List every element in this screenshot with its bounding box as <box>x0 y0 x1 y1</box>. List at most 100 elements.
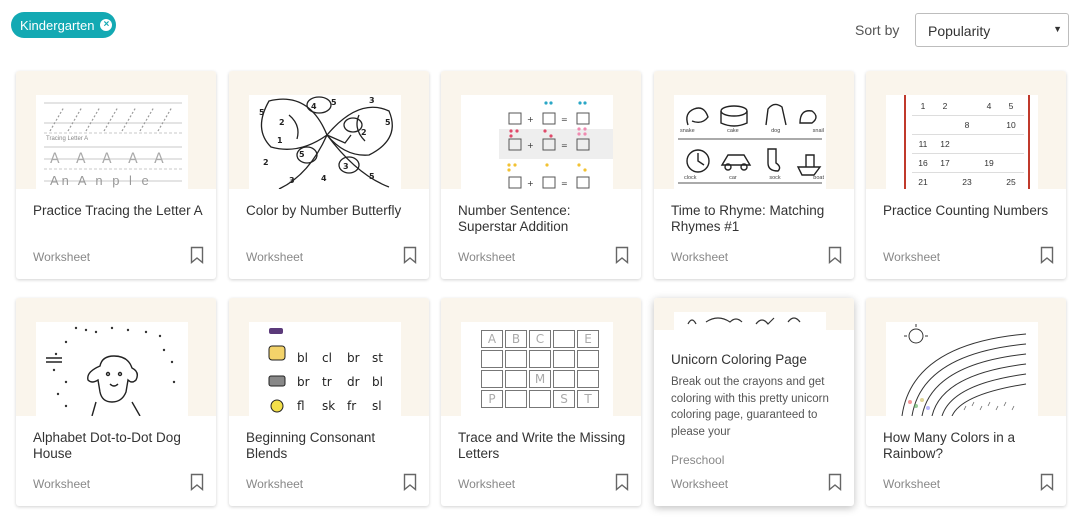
card-beginning-consonant-blends[interactable]: bl cl br st br tr dr bl fl sk fr sl Beginning Conso… <box>229 298 429 506</box>
card-thumbnail <box>654 298 854 330</box>
card-title[interactable]: Practice Tracing the Letter A <box>33 203 203 219</box>
card-type: Worksheet <box>33 250 91 264</box>
card-unicorn-coloring-page[interactable]: Unicorn Coloring Page Break out the cray… <box>654 298 854 506</box>
card-color-by-number-butterfly[interactable]: 5 2 4 5 3 5 2 1 5 2 3 5 4 3 Color by Number Butter… <box>229 71 429 279</box>
trace-letter-cell <box>577 350 599 368</box>
tracing-bottom-row: An A n p l e <box>50 173 152 188</box>
bookmark-icon[interactable] <box>403 473 417 491</box>
bookmark-icon[interactable] <box>828 473 842 491</box>
worksheet-preview-blends: bl cl br st br tr dr bl fl sk fr sl <box>249 322 401 416</box>
card-title[interactable]: Beginning Consonant Blends <box>246 430 416 462</box>
trace-letter-cell <box>553 350 575 368</box>
svg-text:5: 5 <box>299 150 305 159</box>
card-type: Worksheet <box>458 250 516 264</box>
sort-label: Sort by <box>855 22 900 38</box>
card-title[interactable]: Alphabet Dot-to-Dot Dog House <box>33 430 203 462</box>
blends-grid: bl cl br st br tr dr bl fl sk fr sl <box>297 346 397 416</box>
trace-letter-cell: E <box>577 330 599 348</box>
worksheet-preview-rainbow <box>886 322 1038 416</box>
card-title[interactable]: How Many Colors in a Rainbow? <box>883 430 1053 462</box>
rhyme-word: snail <box>812 128 824 134</box>
worksheet-preview-counting: 1 2 4 5 8 10 11 12 16 17 19 21 23 25 <box>886 95 1038 189</box>
worksheet-preview-dot-to-dot <box>36 322 188 416</box>
card-thumbnail: 5 2 4 5 3 5 2 1 5 2 3 5 4 3 <box>229 71 429 189</box>
counting-cell: 16 <box>918 158 928 168</box>
bookmark-icon[interactable] <box>190 473 204 491</box>
close-icon[interactable]: × <box>100 19 113 31</box>
blends-row: br tr dr bl <box>297 370 397 394</box>
card-colors-in-rainbow[interactable]: How Many Colors in a Rainbow? Worksheet <box>866 298 1066 506</box>
blends-row: bl cl br st <box>297 346 397 370</box>
blend-cell: sk <box>322 399 336 413</box>
counting-cell: 25 <box>1006 177 1016 187</box>
card-number-sentence-addition[interactable]: + = + = + = Number Sentence: Superstar Addi… <box>441 71 641 279</box>
card-trace-missing-letters[interactable]: ABC E M P ST Trace and Write the Missing Let… <box>441 298 641 506</box>
card-thumbnail: 1 2 4 5 8 10 11 12 16 17 19 21 23 25 <box>866 71 1066 189</box>
card-type: Worksheet <box>458 477 516 491</box>
card-type: Worksheet <box>246 250 304 264</box>
trace-letter-cell: C <box>529 330 551 348</box>
trace-letter-grid: ABC E M P ST <box>481 330 601 408</box>
svg-text:2: 2 <box>361 128 367 137</box>
trace-letter-cell <box>481 370 503 388</box>
filter-chip-label: Kindergarten <box>20 17 95 33</box>
card-description: Break out the crayons and get coloring w… <box>671 376 829 438</box>
svg-text:5: 5 <box>385 118 391 127</box>
card-title[interactable]: Trace and Write the Missing Letters <box>458 430 628 462</box>
rhyme-words-row-2: clock car sock boat <box>684 175 824 181</box>
trace-letter-cell: T <box>577 390 599 408</box>
counting-number-grid: 1 2 4 5 8 10 11 12 16 17 19 21 23 25 <box>912 97 1024 189</box>
card-thumbnail: ABC E M P ST <box>441 298 641 416</box>
blend-cell: br <box>347 351 360 365</box>
svg-text:+: + <box>527 141 534 150</box>
bookmark-icon[interactable] <box>828 246 842 264</box>
counting-cell: 11 <box>918 139 928 149</box>
worksheet-preview-unicorn <box>674 312 826 330</box>
card-title[interactable]: Number Sentence: Superstar Addition <box>458 203 628 235</box>
trace-letter-cell <box>553 330 575 348</box>
sort-select[interactable]: Popularity ▼ <box>915 13 1069 47</box>
counting-cell: 17 <box>940 158 950 168</box>
counting-cell: 8 <box>964 120 970 130</box>
trace-letter-cell <box>505 390 527 408</box>
blend-cell: fr <box>347 399 357 413</box>
card-thumbnail: + = + = + = <box>441 71 641 189</box>
rhyme-word: cake <box>727 128 739 134</box>
card-type: Worksheet <box>883 477 941 491</box>
counting-row: 1 2 4 5 <box>912 97 1024 116</box>
card-time-to-rhyme[interactable]: snake cake dog snail clock car sock boat… <box>654 71 854 279</box>
card-practice-counting[interactable]: 1 2 4 5 8 10 11 12 16 17 19 21 23 25 Practice Countin… <box>866 71 1066 279</box>
filter-chip-kindergarten[interactable]: Kindergarten × <box>11 12 116 38</box>
bookmark-icon[interactable] <box>615 473 629 491</box>
counting-cell: 1 <box>920 101 926 111</box>
card-alphabet-dot-to-dot[interactable]: Alphabet Dot-to-Dot Dog House Worksheet <box>16 298 216 506</box>
card-title[interactable]: Unicorn Coloring Page <box>671 352 841 368</box>
svg-text:5: 5 <box>331 98 337 107</box>
card-title[interactable]: Color by Number Butterfly <box>246 203 416 219</box>
bookmark-icon[interactable] <box>190 246 204 264</box>
bookmark-icon[interactable] <box>403 246 417 264</box>
trace-letter-cell <box>553 370 575 388</box>
chevron-down-icon: ▼ <box>1053 24 1062 34</box>
card-title[interactable]: Practice Counting Numbers <box>883 203 1053 219</box>
counting-cell: 19 <box>984 158 994 168</box>
blend-cell: tr <box>322 375 332 389</box>
blend-cell: cl <box>322 351 332 365</box>
rhyme-word: sock <box>769 175 781 181</box>
trace-letter-cell <box>529 350 551 368</box>
counting-row: 8 10 <box>912 116 1024 135</box>
trace-letter-cell: M <box>529 370 551 388</box>
card-practice-tracing[interactable]: Tracing Letter A A A A A A An A n p l e … <box>16 71 216 279</box>
card-type: Worksheet <box>883 250 941 264</box>
rhyme-word: car <box>729 175 737 181</box>
bookmark-icon[interactable] <box>1040 246 1054 264</box>
bookmark-icon[interactable] <box>615 246 629 264</box>
blend-cell: bl <box>372 375 383 389</box>
svg-text:3: 3 <box>289 176 295 185</box>
bookmark-icon[interactable] <box>1040 473 1054 491</box>
rhyme-word: snake <box>680 128 695 134</box>
counting-cell: 12 <box>940 139 950 149</box>
card-title[interactable]: Time to Rhyme: Matching Rhymes #1 <box>671 203 841 235</box>
trace-letter-cell: A <box>481 330 503 348</box>
trace-letter-cell: S <box>553 390 575 408</box>
